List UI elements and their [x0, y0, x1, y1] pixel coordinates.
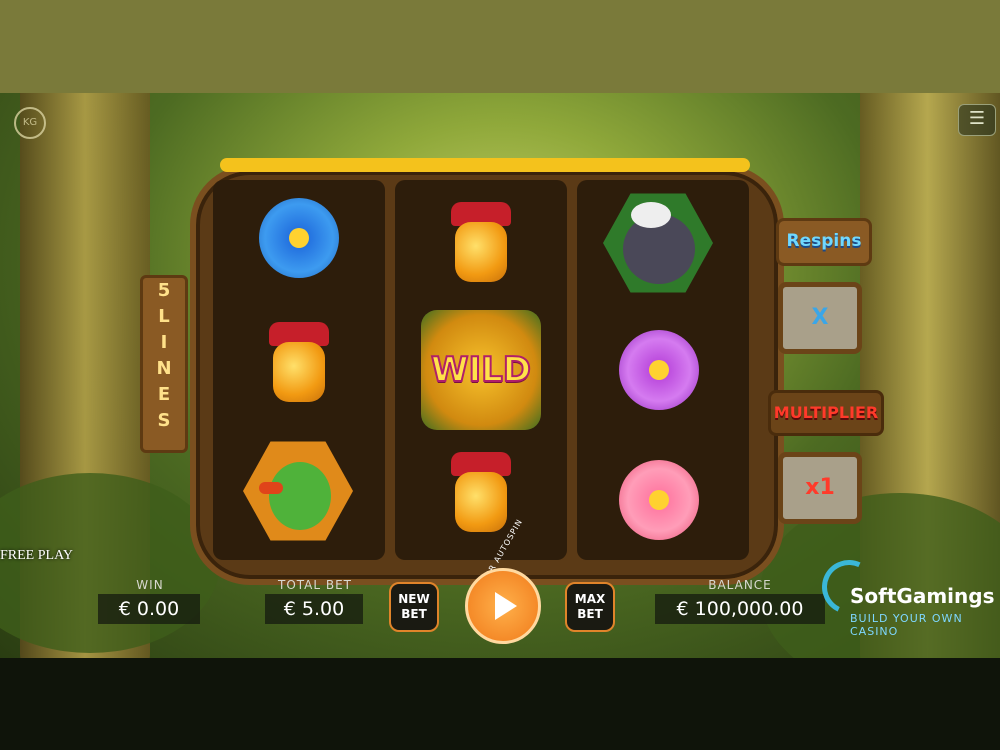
lines-sign-char: L: [158, 306, 170, 327]
top-letterbox: [0, 0, 1000, 93]
max-bet-button[interactable]: MAX BET: [565, 582, 615, 632]
hamburger-icon: ☰: [968, 108, 986, 129]
win-label: WIN: [136, 578, 164, 592]
lines-sign-char: 5: [157, 280, 171, 301]
new-bet-label-1: NEW: [398, 592, 430, 606]
lines-sign-char: I: [160, 332, 168, 353]
pink-flower-icon: [619, 460, 699, 540]
max-bet-label-2: BET: [577, 607, 603, 621]
play-icon: [495, 592, 517, 620]
max-bet-label-1: MAX: [574, 592, 606, 606]
softgamings-tagline: BUILD YOUR OWN CASINO: [850, 612, 963, 638]
symbol-blue-flower: [259, 198, 339, 278]
lines-sign-char: E: [157, 384, 171, 405]
badger-icon: [603, 193, 713, 293]
honey-jar-icon: [447, 452, 515, 534]
softgamings-brand: SoftGamings: [850, 584, 995, 608]
provider-logo: KG: [14, 107, 46, 139]
new-bet-button[interactable]: NEW BET: [389, 582, 439, 632]
win-value: € 0.00: [98, 594, 200, 624]
lines-sign: 5 L I N E S: [140, 275, 188, 453]
green-bird-icon: [243, 441, 353, 541]
reel-1: [213, 180, 385, 560]
lines-sign-char: S: [157, 410, 171, 431]
symbol-honey-jar: [447, 452, 515, 534]
blue-flower-icon: [259, 198, 339, 278]
symbol-honey-jar: [265, 322, 333, 404]
respins-sign: Respins: [776, 218, 872, 266]
balance-label: BALANCE: [708, 578, 772, 592]
symbol-honey-jar: [447, 202, 515, 284]
new-bet-label-2: BET: [401, 607, 427, 621]
menu-button[interactable]: ☰: [958, 104, 996, 136]
spin-button[interactable]: [465, 568, 541, 644]
balance-value: € 100,000.00: [655, 594, 825, 624]
honey-jar-icon: [265, 322, 333, 404]
symbol-wild: WILD: [421, 310, 541, 430]
symbol-badger: [603, 188, 713, 298]
total-bet-value: € 5.00: [265, 594, 363, 624]
wild-text: WILD: [430, 349, 532, 391]
reel-2: WILD: [395, 180, 567, 560]
total-bet-label: TOTAL BET: [277, 578, 353, 592]
multiplier-sign: MULTIPLIER: [768, 390, 884, 436]
multiplier-value: x1: [778, 452, 862, 524]
respins-value: X: [778, 282, 862, 354]
symbol-purple-flower: [619, 330, 699, 410]
honey-jar-icon: [447, 202, 515, 284]
free-play-label: FREE PLAY: [0, 548, 74, 563]
symbol-pink-flower: [619, 460, 699, 540]
lines-sign-char: N: [156, 358, 172, 379]
reel-3: [577, 180, 749, 560]
purple-flower-icon: [619, 330, 699, 410]
wild-beehive-icon: WILD: [421, 310, 541, 430]
bottom-letterbox: [0, 658, 1000, 750]
honey-drip-decoration: [220, 158, 750, 172]
symbol-green-bird: [243, 436, 353, 546]
